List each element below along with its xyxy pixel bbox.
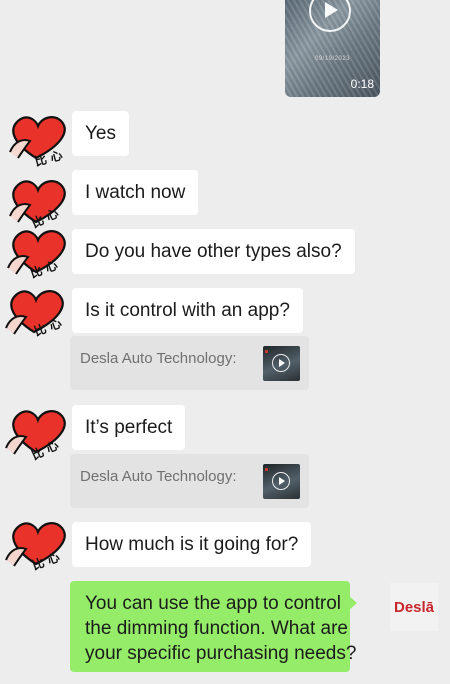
contact-avatar-heart-sticker[interactable]: 比 心 — [0, 514, 72, 574]
message-line: You can use the app to control — [85, 593, 341, 614]
message-bubble[interactable]: Do you have other types also? — [72, 229, 355, 274]
video-duration: 0:18 — [350, 77, 374, 91]
quoted-video-thumbnail[interactable] — [263, 346, 300, 381]
contact-avatar-heart-sticker[interactable]: 比 心 — [0, 402, 72, 462]
video-timestamp-overlay: 09/19/2023 — [315, 56, 351, 62]
quoted-sender: Desla Auto Technology: — [80, 468, 237, 485]
contact-avatar-heart-sticker[interactable]: 比 心 — [0, 108, 72, 168]
contact-avatar-heart-sticker[interactable]: 比 心 — [0, 284, 72, 344]
quoted-sender: Desla Auto Technology: — [80, 350, 237, 367]
message-line: the dimming function. What are — [85, 618, 348, 639]
outgoing-message-bubble[interactable]: You can use the app to control the dimmi… — [70, 581, 357, 672]
quoted-message[interactable]: Desla Auto Technology: — [70, 336, 309, 390]
quoted-video-thumbnail[interactable] — [263, 464, 300, 499]
contact-avatar-heart-sticker[interactable]: 比 心 — [0, 222, 72, 282]
thumbnail-detail — [265, 468, 268, 471]
thumbnail-detail — [265, 350, 268, 353]
play-icon — [272, 354, 290, 372]
play-icon — [272, 472, 290, 490]
message-bubble[interactable]: I watch now — [72, 170, 199, 215]
message-line: your specific purchasing needs? — [85, 643, 357, 664]
message-bubble[interactable]: How much is it going for? — [72, 522, 312, 567]
quoted-message[interactable]: Desla Auto Technology: — [70, 454, 309, 508]
message-bubble[interactable]: Yes — [72, 111, 129, 156]
video-message-thumbnail[interactable]: 09/19/2023 0:18 — [285, 0, 380, 97]
message-bubble[interactable]: It’s perfect — [72, 405, 186, 450]
message-bubble[interactable]: Is it control with an app? — [72, 288, 303, 333]
brand-logo-text: Deslā — [393, 598, 435, 616]
my-avatar-logo[interactable]: Deslā — [390, 583, 438, 631]
